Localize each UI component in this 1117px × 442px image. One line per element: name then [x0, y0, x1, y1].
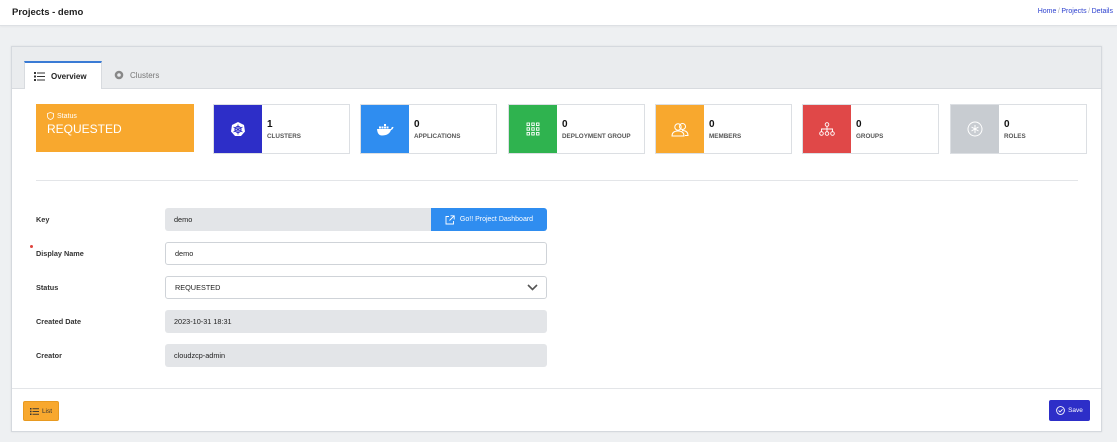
section-divider: [36, 180, 1078, 181]
stat-value: 0: [414, 119, 420, 130]
stat-value: 0: [562, 119, 568, 130]
tab-clusters[interactable]: Clusters: [114, 61, 159, 89]
status-select-value: REQUESTED: [175, 283, 221, 292]
stat-value: 0: [856, 119, 862, 130]
stat-roles[interactable]: 0 ROLES: [950, 104, 1087, 154]
list-button[interactable]: List: [23, 401, 59, 421]
stat-value: 0: [1004, 119, 1010, 130]
project-detail-card: Overview Clusters Status REQUESTED 1 CLU…: [11, 46, 1102, 432]
stat-value: 1: [267, 119, 273, 130]
button-label: List: [41, 407, 53, 415]
tab-label: Clusters: [130, 70, 160, 80]
stat-deployment-group[interactable]: 0 DEPLOYMENT GROUP: [508, 104, 645, 154]
stat-applications[interactable]: 0 APPLICATIONS: [360, 104, 497, 154]
breadcrumb-home[interactable]: Home: [1038, 8, 1057, 15]
tab-overview[interactable]: Overview: [24, 61, 102, 89]
key-label: Key: [36, 215, 50, 224]
status-box-value: REQUESTED: [47, 122, 122, 136]
required-indicator: [30, 245, 33, 248]
shield-icon: [47, 112, 54, 120]
breadcrumb-separator: /: [1057, 8, 1060, 15]
stat-members[interactable]: 0 MEMBERS: [655, 104, 792, 154]
kubernetes-icon: [214, 105, 262, 153]
sitemap-icon: [803, 105, 851, 153]
breadcrumb-separator: /: [1088, 8, 1091, 15]
footer-divider: [12, 388, 1101, 389]
docker-icon: [361, 105, 409, 153]
chevron-down-icon: [527, 284, 538, 291]
breadcrumb-projects[interactable]: Projects: [1061, 8, 1086, 15]
status-select[interactable]: REQUESTED: [165, 276, 547, 299]
stat-label: ROLES: [1004, 133, 1026, 140]
button-label: Save: [1068, 407, 1083, 414]
breadcrumb: Home / Projects / Details: [1038, 8, 1113, 15]
button-label: Go!! Project Dashboard: [459, 216, 534, 223]
display-name-input[interactable]: demo: [165, 242, 547, 265]
list-icon: [34, 71, 45, 81]
stat-clusters[interactable]: 1 CLUSTERS: [213, 104, 350, 154]
check-circle-icon: [1056, 406, 1065, 415]
stat-label: DEPLOYMENT GROUP: [562, 133, 631, 140]
external-link-icon: [445, 214, 455, 224]
stat-label: CLUSTERS: [267, 133, 301, 140]
page-title: Projects - demo: [12, 7, 84, 18]
display-name-label: Display Name: [36, 249, 84, 258]
top-header: Projects - demo Home / Projects / Detail…: [0, 0, 1117, 26]
key-field: demo: [165, 208, 431, 231]
status-box: Status REQUESTED: [36, 104, 194, 152]
creator-label: Creator: [36, 351, 62, 360]
stat-label: APPLICATIONS: [414, 133, 461, 140]
cluster-icon: [114, 70, 124, 80]
grid-icon: [509, 105, 557, 153]
status-box-label: Status: [47, 112, 183, 120]
stat-label: GROUPS: [856, 133, 884, 140]
created-date-field: 2023-10-31 18:31: [165, 310, 547, 333]
asterisk-icon: [951, 105, 999, 153]
tab-label: Overview: [51, 71, 87, 81]
breadcrumb-details[interactable]: Details: [1092, 8, 1113, 15]
creator-field: cloudzcp-admin: [165, 344, 547, 367]
stat-label: MEMBERS: [709, 133, 742, 140]
save-button[interactable]: Save: [1049, 400, 1090, 421]
list-icon: [29, 407, 39, 415]
project-dashboard-button[interactable]: Go!! Project Dashboard: [431, 208, 547, 231]
status-label: Status: [36, 283, 59, 292]
users-icon: [656, 105, 704, 153]
created-date-label: Created Date: [36, 317, 82, 326]
stat-groups[interactable]: 0 GROUPS: [802, 104, 939, 154]
tabs-bar: Overview Clusters: [12, 47, 1101, 89]
stat-value: 0: [709, 119, 715, 130]
